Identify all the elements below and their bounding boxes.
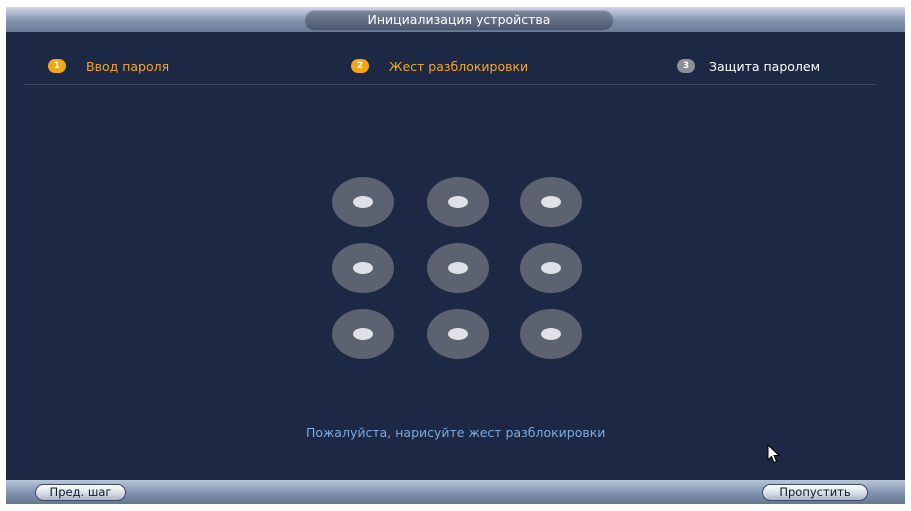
step-label-password-protection: Защита паролем	[709, 58, 821, 74]
pattern-hint-text: Пожалуйста, нарисуйте жест разблокировки	[306, 425, 606, 440]
pattern-dot-2[interactable]	[427, 177, 489, 227]
step-label-password: Ввод пароля	[86, 58, 170, 74]
step-number-1: 1	[48, 59, 66, 73]
dialog-footer: Пред. шаг Пропустить	[6, 480, 905, 504]
init-device-dialog: Инициализация устройства 1 Ввод пароля 2…	[6, 7, 905, 504]
step-password: 1 Ввод пароля	[48, 58, 169, 74]
step-password-protection: 3 Защита паролем	[677, 58, 820, 74]
skip-button[interactable]: Пропустить	[762, 484, 868, 501]
pattern-dot-center	[541, 196, 561, 208]
pattern-dot-5[interactable]	[427, 243, 489, 293]
mouse-cursor-icon	[767, 444, 781, 464]
pattern-dot-center	[541, 262, 561, 274]
pattern-dot-center	[353, 328, 373, 340]
pattern-dot-center	[448, 262, 468, 274]
pattern-dot-9[interactable]	[520, 309, 582, 359]
pattern-dot-center	[353, 262, 373, 274]
steps-divider	[23, 84, 876, 85]
pattern-dot-3[interactable]	[520, 177, 582, 227]
title-bar: Инициализация устройства	[6, 7, 905, 32]
pattern-dot-7[interactable]	[332, 309, 394, 359]
step-number-3: 3	[677, 59, 695, 73]
step-number-2: 2	[351, 59, 369, 73]
pattern-dot-4[interactable]	[332, 243, 394, 293]
step-label-unlock-pattern: Жест разблокировки	[389, 58, 529, 74]
pattern-dot-8[interactable]	[427, 309, 489, 359]
pattern-dot-1[interactable]	[332, 177, 394, 227]
pattern-dot-center	[353, 196, 373, 208]
pattern-dot-center	[448, 196, 468, 208]
pattern-dot-6[interactable]	[520, 243, 582, 293]
dialog-body: 1 Ввод пароля 2 Жест разблокировки 3 Защ…	[6, 32, 905, 480]
step-unlock-pattern: 2 Жест разблокировки	[351, 58, 528, 74]
previous-step-button[interactable]: Пред. шаг	[35, 484, 126, 501]
pattern-dot-center	[448, 328, 468, 340]
dialog-title: Инициализация устройства	[305, 10, 613, 29]
pattern-dot-center	[541, 328, 561, 340]
